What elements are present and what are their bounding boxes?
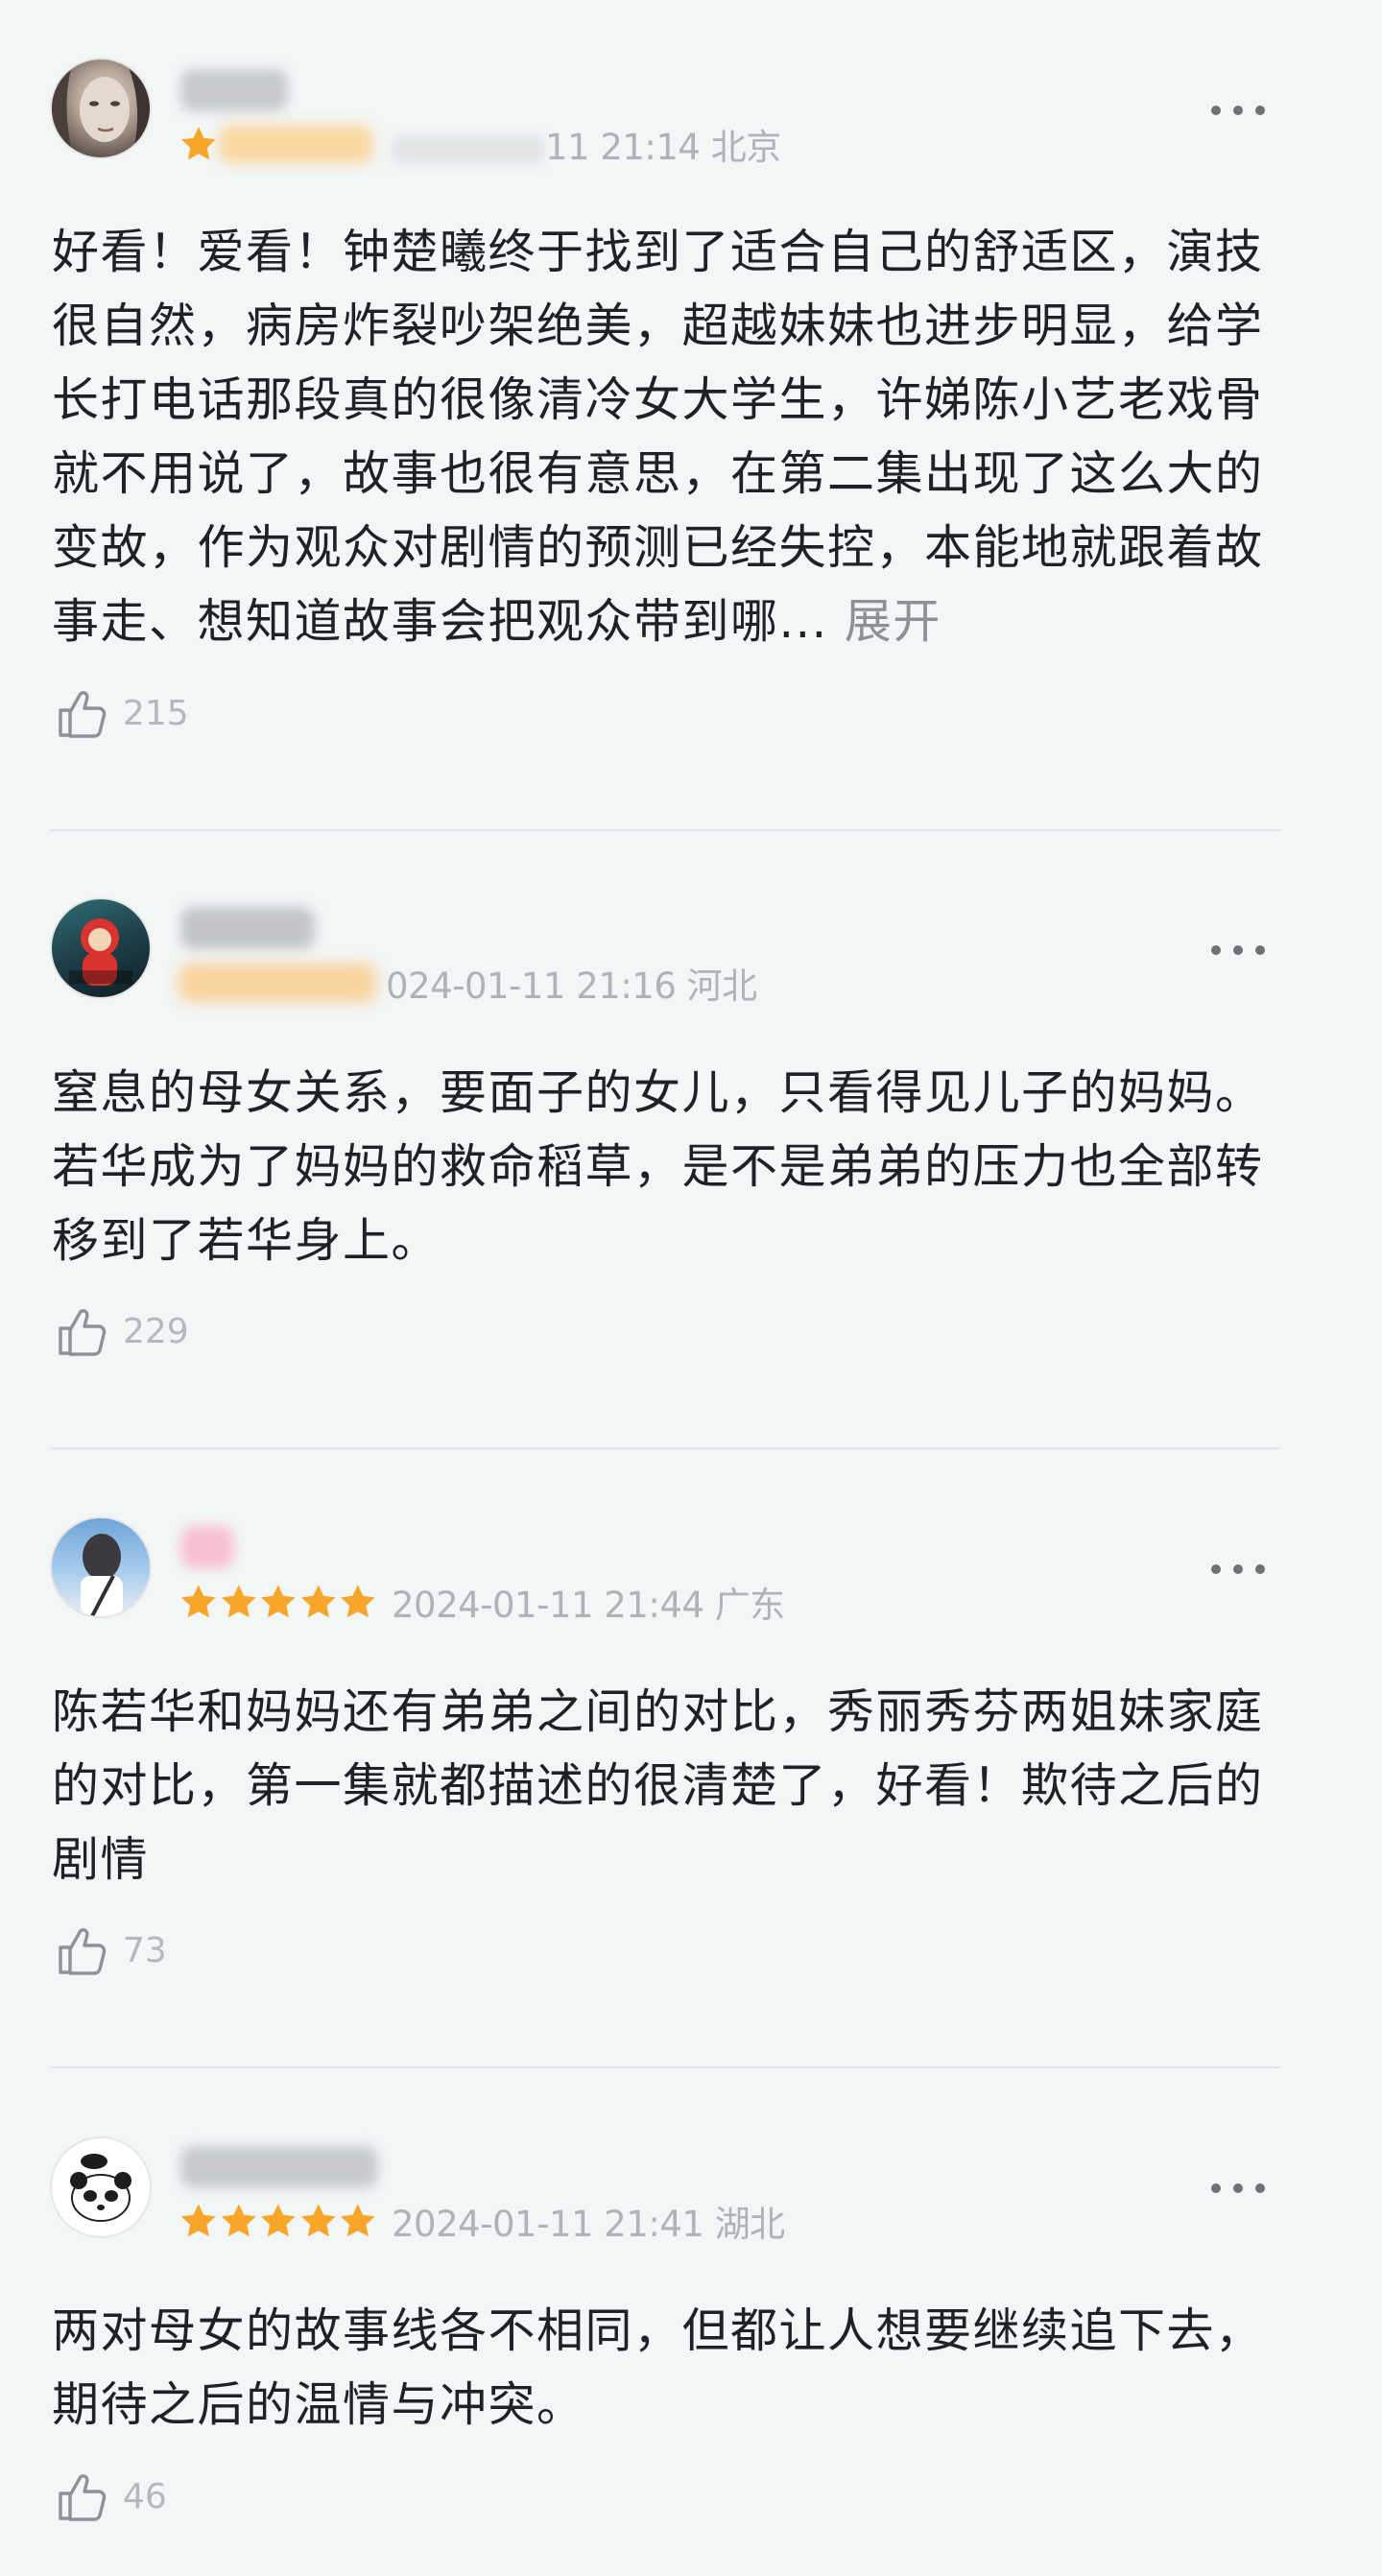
like-button[interactable]: 215 <box>54 681 189 745</box>
star-icon <box>258 2201 298 2241</box>
more-dots-icon[interactable] <box>1211 104 1265 117</box>
more-dots-icon[interactable] <box>1211 1562 1265 1576</box>
username[interactable] <box>180 2146 378 2188</box>
rating-row: 2024-01-11 21:44 广东 <box>179 1579 786 1626</box>
star-icon <box>219 1582 259 1622</box>
star-rating <box>179 2201 378 2241</box>
like-button[interactable]: 229 <box>54 1300 189 1363</box>
divider <box>50 2066 1280 2068</box>
avatar[interactable] <box>50 1516 152 1618</box>
thumbs-up-icon <box>54 684 111 742</box>
username[interactable] <box>180 907 315 949</box>
like-button[interactable]: 73 <box>54 1919 167 1982</box>
avatar-portrait <box>52 60 150 155</box>
star-icon <box>179 2201 219 2241</box>
comment-body[interactable]: 陈若华和妈妈还有弟弟之间的对比，秀丽秀芬两姐妹家庭的对比，第一集就都描述的很清楚… <box>52 1675 1290 1896</box>
comment-body[interactable]: 好看！爱看！钟楚曦终于找到了适合自己的舒适区，演技很自然，病房炸裂吵架绝美，超越… <box>52 215 1290 658</box>
star-rating <box>179 1582 378 1622</box>
comment-location: 湖北 <box>714 2204 786 2245</box>
thumbs-up-icon <box>54 1302 111 1360</box>
comment-feed: 11 21:14 北京 好看！爱看！钟楚曦终于找到了适合自己的舒适区，演技很自然… <box>0 0 1382 2576</box>
rating-row: 2024-01-11 21:41 湖北 <box>179 2198 786 2245</box>
avatar[interactable] <box>50 2136 152 2238</box>
star-icon <box>179 124 219 164</box>
like-count: 73 <box>123 1930 167 1970</box>
thumbs-up-icon <box>54 1921 111 1979</box>
avatar-teletubby <box>69 918 132 986</box>
comment-date: 2024-01-11 21:41 <box>392 2204 704 2245</box>
star-icon <box>338 2201 378 2241</box>
more-dots-icon[interactable] <box>1211 943 1265 957</box>
avatar-panda <box>70 2154 131 2222</box>
comment-body[interactable]: 两对母女的故事线各不相同，但都让人想要继续追下去，期待之后的温情与冲突。 <box>52 2294 1290 2442</box>
comment-text: 陈若华和妈妈还有弟弟之间的对比，秀丽秀芬两姐妹家庭的对比，第一集就都描述的很清楚… <box>52 1684 1264 1887</box>
username[interactable] <box>180 69 288 111</box>
avatar[interactable] <box>50 58 152 159</box>
thumbs-up-icon <box>54 2468 111 2525</box>
star-icon <box>179 1582 219 1622</box>
rating-blur-mask <box>179 964 376 1002</box>
comment-date: 11 21:14 <box>545 127 701 168</box>
avatar[interactable] <box>50 897 152 999</box>
rating-blur-mask <box>219 125 372 163</box>
comment-date: 2024-01-11 21:44 <box>392 1585 704 1626</box>
like-button[interactable]: 46 <box>54 2465 167 2528</box>
star-rating <box>179 124 378 164</box>
rating-row: 11 21:14 北京 <box>179 121 782 168</box>
star-icon <box>298 1582 339 1622</box>
username[interactable] <box>180 1526 234 1568</box>
star-icon <box>258 1582 298 1622</box>
comment-location: 广东 <box>714 1585 786 1626</box>
comment-location: 河北 <box>686 966 758 1007</box>
star-icon <box>219 2201 259 2241</box>
divider <box>50 829 1280 831</box>
like-count: 229 <box>123 1311 189 1351</box>
divider <box>50 1447 1280 1449</box>
star-icon <box>338 1582 378 1622</box>
more-dots-icon[interactable] <box>1211 2182 1265 2195</box>
avatar-student <box>81 1534 123 1616</box>
comment-text: 好看！爱看！钟楚曦终于找到了适合自己的舒适区，演技很自然，病房炸裂吵架绝美，超越… <box>52 225 1264 649</box>
star-rating <box>179 964 378 1002</box>
expand-link[interactable]: 展开 <box>845 594 941 649</box>
like-count: 215 <box>123 693 189 733</box>
star-icon <box>298 2201 339 2241</box>
rating-row: 024-01-11 21:16 河北 <box>179 960 758 1007</box>
comment-body[interactable]: 窒息的母女关系，要面子的女儿，只看得见儿子的妈妈。若华成为了妈妈的救命稻草，是不… <box>52 1056 1290 1277</box>
comment-date: 024-01-11 21:16 <box>386 966 677 1007</box>
like-count: 46 <box>123 2476 167 2516</box>
comment-location: 北京 <box>710 127 782 168</box>
comment-text: 窒息的母女关系，要面子的女儿，只看得见儿子的妈妈。若华成为了妈妈的救命稻草，是不… <box>52 1065 1264 1268</box>
comment-text: 两对母女的故事线各不相同，但都让人想要继续追下去，期待之后的温情与冲突。 <box>52 2303 1264 2432</box>
date-mask <box>392 134 545 164</box>
